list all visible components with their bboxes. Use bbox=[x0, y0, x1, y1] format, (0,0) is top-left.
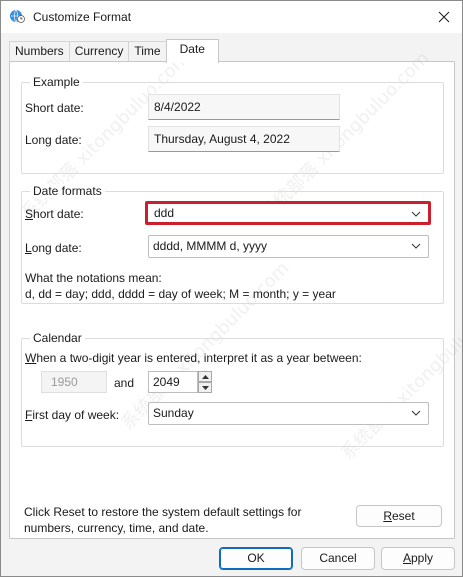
up-arrow-icon bbox=[201, 374, 209, 379]
first-day-value: Sunday bbox=[153, 406, 194, 420]
example-legend: Example bbox=[30, 75, 83, 89]
year-to-field[interactable]: 2049 bbox=[148, 371, 198, 393]
short-date-format-select[interactable]: ddd bbox=[149, 204, 427, 222]
customize-format-dialog: Customize Format Numbers Currency Time D… bbox=[0, 0, 463, 577]
window-title: Customize Format bbox=[33, 10, 132, 24]
example-group: Example Short date: 8/4/2022 Long date: … bbox=[21, 75, 444, 174]
chevron-down-icon bbox=[411, 243, 421, 249]
example-long-label: Long date: bbox=[25, 133, 82, 147]
spin-down-button[interactable] bbox=[198, 382, 212, 393]
long-date-format-select[interactable]: dddd, MMMM d, yyyy bbox=[148, 235, 429, 258]
dialog-footer: OK Cancel Apply bbox=[1, 539, 462, 576]
reset-button[interactable]: Reset bbox=[356, 505, 442, 527]
reset-info-line2: numbers, currency, time, and date. bbox=[24, 521, 209, 535]
tab-currency[interactable]: Currency bbox=[68, 41, 130, 62]
calendar-legend: Calendar bbox=[30, 331, 85, 345]
notations-text: d, dd = day; ddd, dddd = day of week; M … bbox=[25, 287, 336, 301]
year-from-field: 1950 bbox=[41, 371, 107, 393]
notations-heading: What the notations mean: bbox=[25, 271, 162, 285]
spin-up-button[interactable] bbox=[198, 371, 212, 382]
date-formats-legend: Date formats bbox=[30, 184, 105, 198]
short-date-format-value: ddd bbox=[154, 206, 175, 220]
chevron-down-icon bbox=[411, 211, 421, 217]
title-bar: Customize Format bbox=[1, 1, 462, 33]
example-long-value: Thursday, August 4, 2022 bbox=[148, 126, 340, 152]
example-short-value: 8/4/2022 bbox=[148, 94, 340, 120]
close-icon bbox=[438, 11, 450, 23]
tab-strip: Numbers Currency Time Date bbox=[9, 39, 219, 63]
ok-button[interactable]: OK bbox=[219, 547, 293, 570]
tab-numbers[interactable]: Numbers bbox=[9, 41, 70, 62]
cancel-button[interactable]: Cancel bbox=[301, 547, 375, 570]
date-formats-group: Date formats Short date: ddd Long date: … bbox=[21, 184, 444, 304]
date-tab-panel: 系统部落 xitongbuluo.com 系统部落 xitongbuluo.co… bbox=[9, 48, 463, 539]
down-arrow-icon bbox=[201, 385, 209, 390]
long-date-format-value: dddd, MMMM d, yyyy bbox=[153, 239, 268, 253]
apply-button[interactable]: Apply bbox=[381, 547, 455, 570]
tab-time[interactable]: Time bbox=[128, 41, 167, 62]
year-spinner[interactable] bbox=[198, 371, 212, 393]
first-day-select[interactable]: Sunday bbox=[148, 402, 429, 425]
example-short-label: Short date: bbox=[25, 101, 84, 115]
two-digit-year-label: When a two-digit year is entered, interp… bbox=[25, 351, 362, 365]
and-label: and bbox=[114, 376, 135, 390]
calendar-group: Calendar When a two-digit year is entere… bbox=[21, 331, 444, 447]
globe-clock-icon bbox=[10, 9, 25, 23]
first-day-label: First day of week: bbox=[25, 408, 120, 422]
short-date-format-label: Short date: bbox=[25, 207, 84, 221]
close-button[interactable] bbox=[434, 7, 454, 27]
reset-info-line1: Click Reset to restore the system defaul… bbox=[24, 505, 302, 519]
long-date-format-label: Long date: bbox=[25, 241, 82, 255]
chevron-down-icon bbox=[411, 410, 421, 416]
tab-date[interactable]: Date bbox=[165, 39, 219, 63]
